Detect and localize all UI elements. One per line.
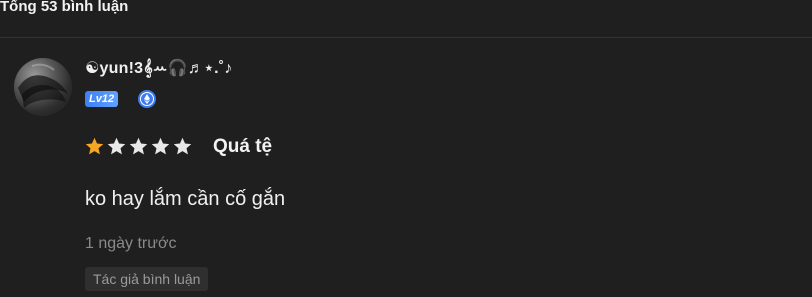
star-empty-icon [107, 137, 126, 154]
rating-label: Quá tệ [213, 136, 273, 157]
star-rating [84, 135, 194, 157]
timestamp: 1 ngày trước [85, 235, 177, 252]
author-tag: Tác giả bình luận [85, 267, 209, 291]
comment-count-title: Tổng 53 bình luận [0, 0, 129, 15]
ethereum-diamond-icon [137, 89, 157, 109]
star-empty-icon [151, 137, 170, 154]
username[interactable]: ☯yun!3𝄞ꕀ🎧♬⋆.˚♪ [85, 58, 233, 78]
comments-header: Tổng 53 bình luận [0, 0, 812, 38]
comment-item: ☯yun!3𝄞ꕀ🎧♬⋆.˚♪ Lv12 Quá tệ ko hay lắm cầ… [0, 38, 812, 297]
star-empty-icon [129, 137, 148, 154]
star-empty-icon [173, 137, 192, 154]
level-badge: Lv12 [85, 91, 119, 107]
comment-text: ko hay lắm cần cố gắn [85, 188, 286, 210]
star-filled-icon [85, 137, 104, 154]
avatar[interactable] [14, 58, 72, 116]
